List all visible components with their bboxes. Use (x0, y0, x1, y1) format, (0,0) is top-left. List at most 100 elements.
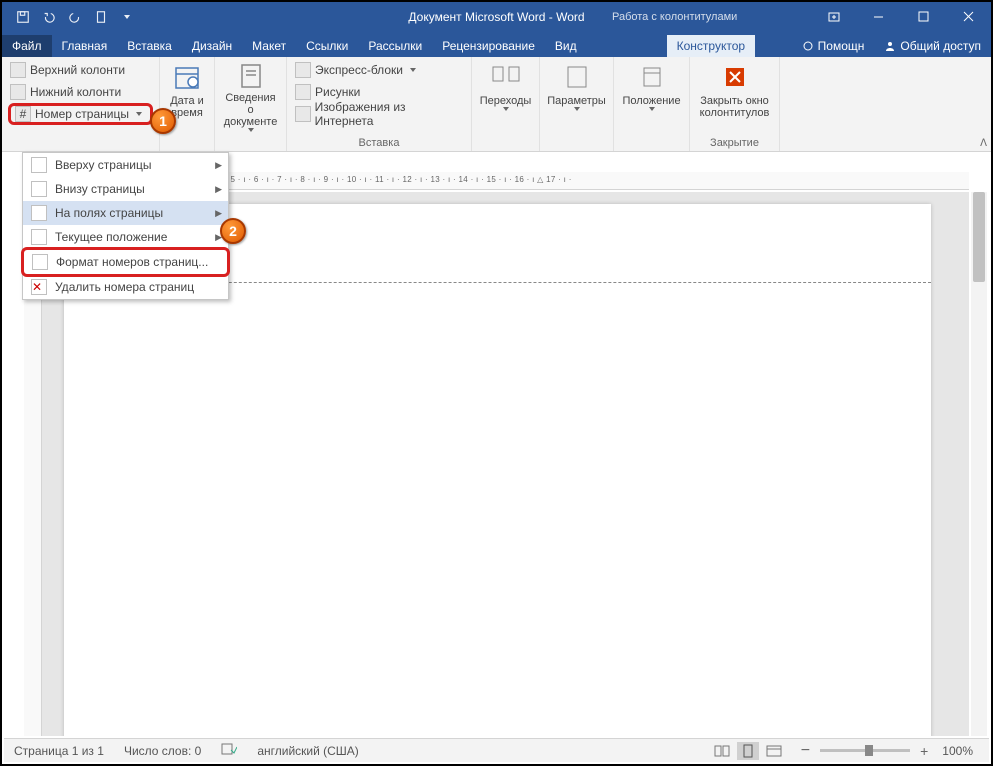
callout-badge-2: 2 (220, 218, 246, 244)
statusbar: Страница 1 из 1 Число слов: 0 английский… (4, 738, 989, 762)
params-icon (561, 61, 593, 93)
language-indicator[interactable]: английский (США) (247, 744, 368, 758)
header-button[interactable]: Верхний колонти (6, 59, 155, 81)
params-label: Параметры (547, 95, 606, 107)
qp-label: Экспресс-блоки (315, 63, 403, 77)
scrollbar-thumb[interactable] (973, 192, 985, 282)
tab-mailings[interactable]: Рассылки (358, 35, 432, 57)
dt-l1: Дата и (170, 95, 204, 107)
tab-file[interactable]: Файл (2, 35, 52, 57)
callout-badge-1: 1 (150, 108, 176, 134)
di-l2: документе (224, 116, 278, 128)
ribbon: Верхний колонти Нижний колонти #Номер ст… (2, 57, 991, 152)
position-button[interactable]: Положение (618, 59, 685, 134)
page-bottom-icon (31, 181, 47, 197)
header-label: Верхний колонти (30, 63, 125, 77)
new-doc-icon[interactable] (88, 5, 114, 29)
tab-home[interactable]: Главная (52, 35, 118, 57)
goto-button[interactable]: Переходы (476, 59, 535, 134)
dd-format-label: Формат номеров страниц... (56, 255, 208, 269)
insert-group-label: Вставка (287, 137, 471, 149)
footer-icon (10, 84, 26, 100)
tab-review[interactable]: Рецензирование (432, 35, 545, 57)
maximize-icon[interactable] (901, 2, 946, 31)
quickparts-icon (295, 62, 311, 78)
submenu-arrow-icon: ▶ (215, 184, 222, 195)
close-hf-button[interactable]: Закрыть окноколонтитулов (694, 59, 775, 134)
remove-numbers-icon: ✕ (31, 279, 47, 295)
page-indicator[interactable]: Страница 1 из 1 (4, 744, 114, 758)
zoom-out-button[interactable]: − (801, 742, 810, 760)
opic-label: Изображения из Интернета (315, 100, 463, 128)
zoom-in-button[interactable]: + (920, 743, 928, 759)
pictures-icon (295, 84, 311, 100)
footer-label: Нижний колонти (30, 85, 121, 99)
online-pictures-icon (295, 106, 311, 122)
tab-references[interactable]: Ссылки (296, 35, 358, 57)
online-pictures-button[interactable]: Изображения из Интернета (291, 103, 467, 125)
dd-top-label: Вверху страницы (55, 158, 151, 172)
tab-share-label: Общий доступ (900, 39, 981, 53)
zoom-slider[interactable] (820, 749, 910, 752)
dt-l2: время (171, 107, 203, 119)
tab-insert[interactable]: Вставка (117, 35, 182, 57)
zoom-level[interactable]: 100% (932, 744, 983, 758)
format-numbers-icon (32, 254, 48, 270)
quickparts-button[interactable]: Экспресс-блоки (291, 59, 467, 81)
position-icon (636, 61, 668, 93)
params-button[interactable]: Параметры (544, 59, 609, 134)
print-layout-icon[interactable] (737, 742, 759, 760)
dd-current-position[interactable]: Текущее положение▶ (23, 225, 228, 249)
close-icon[interactable] (946, 2, 991, 31)
ribbon-options-icon[interactable] (811, 2, 856, 31)
header-icon (10, 62, 26, 78)
close-group-label: Закрытие (690, 137, 779, 149)
web-layout-icon[interactable] (763, 742, 785, 760)
tab-view[interactable]: Вид (545, 35, 587, 57)
dd-page-margins[interactable]: На полях страницы▶ (23, 201, 228, 225)
dd-bottom-of-page[interactable]: Внизу страницы ▶ (23, 177, 228, 201)
submenu-arrow-icon: ▶ (215, 208, 222, 219)
read-mode-icon[interactable] (711, 742, 733, 760)
proofing-icon[interactable] (211, 742, 247, 759)
goto-icon (490, 61, 522, 93)
dd-remove-label: Удалить номера страниц (55, 280, 194, 294)
dd-top-of-page[interactable]: Вверху страницы ▶ (23, 153, 228, 177)
save-icon[interactable] (10, 5, 36, 29)
calendar-icon (171, 61, 203, 93)
tab-designer[interactable]: Конструктор (667, 35, 755, 57)
ribbon-tabs: Файл Главная Вставка Дизайн Макет Ссылки… (2, 31, 991, 57)
docinfo-icon (235, 61, 267, 90)
dd-bottom-label: Внизу страницы (55, 182, 145, 196)
collapse-ribbon-icon[interactable]: ᐱ (980, 138, 987, 149)
tab-design[interactable]: Дизайн (182, 35, 242, 57)
close-l2: колонтитулов (700, 107, 770, 119)
current-pos-icon (31, 229, 47, 245)
minimize-icon[interactable] (856, 2, 901, 31)
close-hf-icon (719, 61, 751, 93)
submenu-arrow-icon: ▶ (215, 160, 222, 171)
dd-format-page-numbers[interactable]: Формат номеров страниц... (24, 250, 227, 274)
page-number-dropdown: Вверху страницы ▶ Внизу страницы ▶ На поля… (22, 152, 229, 300)
tab-help[interactable]: Помощн (792, 35, 875, 57)
page-number-button[interactable]: #Номер страницы (8, 103, 153, 125)
undo-icon[interactable] (36, 5, 62, 29)
redo-icon[interactable] (62, 5, 88, 29)
dd-remove-page-numbers[interactable]: ✕ Удалить номера страниц (23, 275, 228, 299)
window-controls (811, 2, 991, 31)
pos-label: Положение (622, 95, 680, 107)
tab-help-label: Помощн (818, 39, 865, 53)
word-count[interactable]: Число слов: 0 (114, 744, 211, 758)
tab-layout[interactable]: Макет (242, 35, 296, 57)
footer-button[interactable]: Нижний колонти (6, 81, 155, 103)
qat-more-icon[interactable] (114, 5, 140, 29)
page-top-icon (31, 157, 47, 173)
tab-share[interactable]: Общий доступ (874, 35, 991, 57)
vertical-scrollbar[interactable] (971, 192, 987, 736)
docinfo-button[interactable]: Сведения одокументе (219, 59, 282, 134)
di-l1: Сведения о (225, 92, 276, 116)
zoom-handle[interactable] (865, 745, 873, 756)
close-l1: Закрыть окно (700, 95, 769, 107)
page-margins-icon (31, 205, 47, 221)
goto-label: Переходы (480, 95, 532, 107)
